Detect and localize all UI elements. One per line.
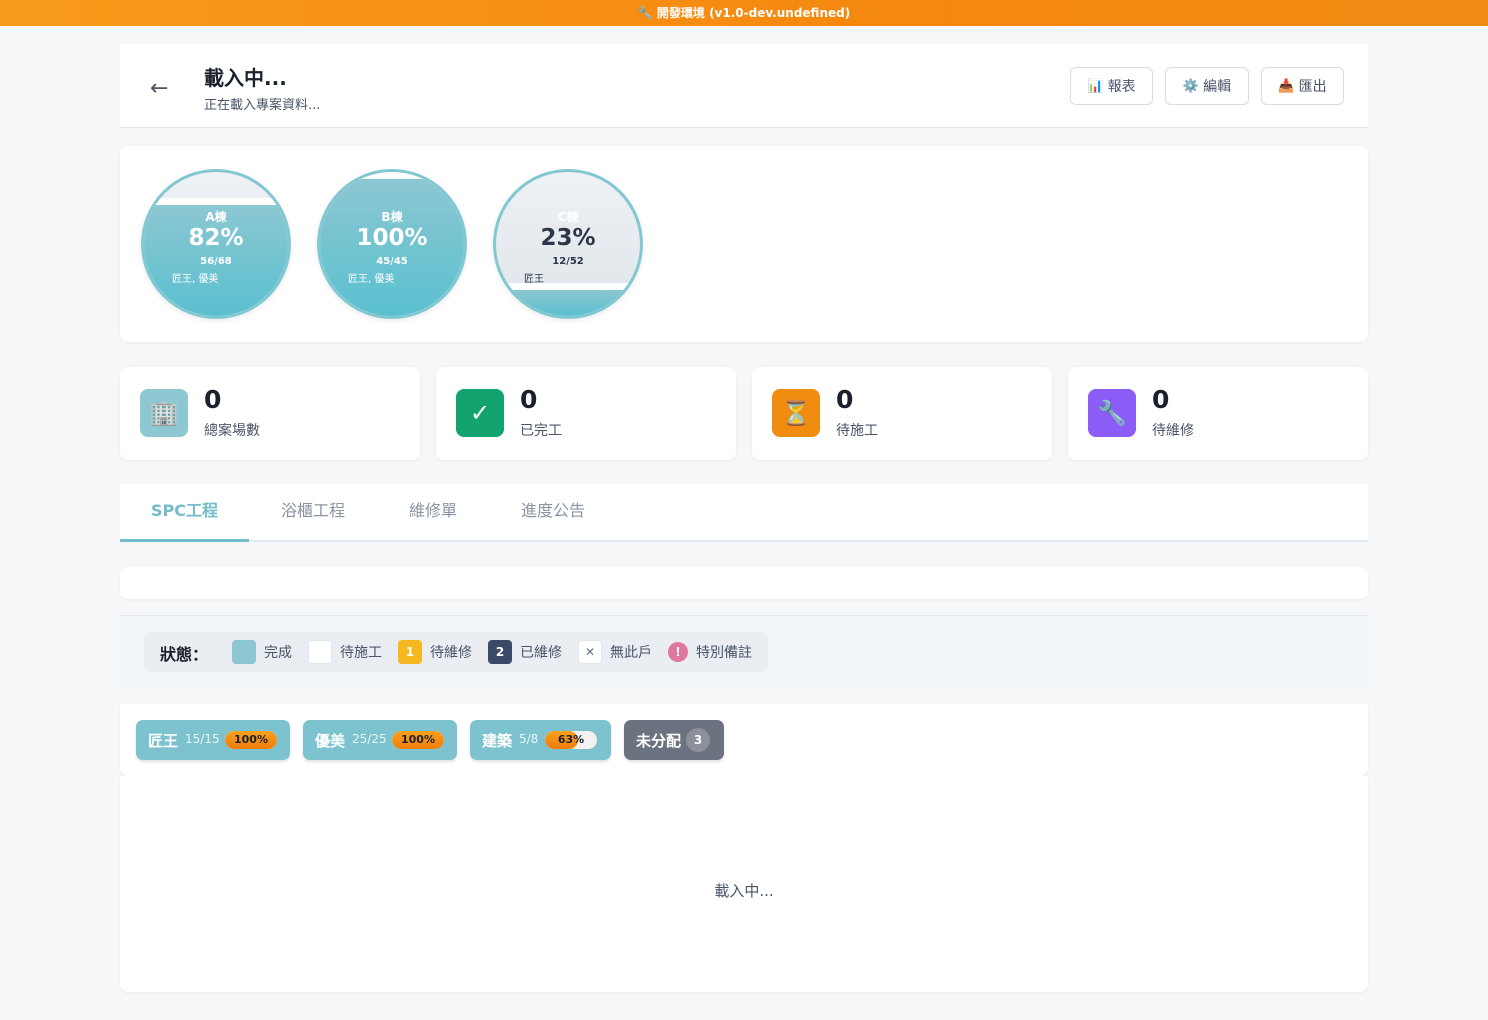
report-button-label: 報表	[1107, 79, 1136, 95]
stat-value: 0	[520, 385, 538, 414]
stat-card-pending: ⏳ 0 待施工	[752, 367, 1052, 460]
gear-icon: ⚙️	[1182, 78, 1200, 94]
building-percent: 100%	[356, 225, 428, 251]
wrench-icon: 🔧	[1088, 389, 1136, 437]
building-teams: 匠王, 優美	[348, 274, 395, 285]
stat-label: 待維修	[1152, 423, 1194, 439]
tab-cabinet[interactable]: 浴櫃工程	[249, 484, 377, 542]
building-icon: 🏢	[140, 389, 188, 437]
building-name: C棟	[557, 210, 579, 224]
stat-card-completed: ✓ 0 已完工	[436, 367, 736, 460]
legend-label: 已維修	[520, 645, 562, 661]
team-percent: 100%	[401, 733, 435, 746]
team-percent: 100%	[234, 733, 268, 746]
stat-card-total: 🏢 0 總案場數	[120, 367, 420, 460]
team-chip[interactable]: 匠王 15/15 100%	[136, 720, 290, 760]
stat-label: 總案場數	[204, 423, 260, 439]
stat-label: 已完工	[520, 423, 562, 439]
team-progress-bar: 100%	[392, 731, 444, 749]
stat-value: 0	[1152, 385, 1170, 414]
building-progress-panel: A棟 82% 56/68 匠王, 優美 B棟 100% 45/45 匠王, 優美…	[120, 146, 1368, 342]
building-fill	[496, 282, 640, 316]
stat-card-repair: 🔧 0 待維修	[1068, 367, 1368, 460]
building-count: 45/45	[376, 256, 408, 267]
legend-label: 待施工	[340, 645, 382, 661]
tab-bar: SPC工程 浴櫃工程 維修單 進度公告	[120, 484, 1368, 542]
legend-swatch-no-unit: ✕	[578, 640, 602, 664]
check-icon: ✓	[456, 389, 504, 437]
building-count: 12/52	[552, 256, 584, 267]
building-percent: 82%	[188, 225, 244, 251]
team-count: 25/25	[352, 732, 387, 746]
hourglass-icon: ⏳	[772, 389, 820, 437]
team-name: 建築	[482, 732, 513, 750]
building-name: B棟	[381, 210, 403, 224]
team-count: 15/15	[185, 732, 220, 746]
stat-label: 待施工	[836, 423, 878, 439]
legend-swatch-complete	[232, 640, 256, 664]
chart-icon: 📊	[1087, 78, 1104, 94]
team-progress-bar: 100%	[225, 731, 277, 749]
team-chip[interactable]: 建築 5/8 63%	[470, 720, 611, 760]
legend-swatch-repaired: 2	[488, 640, 512, 664]
stat-value: 0	[204, 385, 222, 414]
unassigned-count-badge: 3	[686, 728, 710, 752]
legend-label: 無此戶	[610, 645, 652, 661]
building-count: 56/68	[200, 256, 232, 267]
building-bubble-b[interactable]: B棟 100% 45/45 匠王, 優美	[317, 169, 467, 319]
building-name: A棟	[205, 210, 227, 224]
building-bubble-a[interactable]: A棟 82% 56/68 匠王, 優美	[141, 169, 291, 319]
inbox-tray-icon: 📥	[1278, 78, 1295, 94]
unassigned-chip[interactable]: 未分配 3	[624, 720, 724, 760]
legend-label: 特別備註	[696, 645, 752, 661]
legend-swatch-pending	[308, 640, 332, 664]
back-button[interactable]: ←	[150, 74, 168, 104]
building-teams: 匠王	[524, 274, 544, 285]
export-button-label: 匯出	[1298, 79, 1327, 95]
loading-text: 載入中...	[714, 882, 774, 900]
team-name: 優美	[315, 732, 346, 750]
export-button[interactable]: 📥 匯出	[1261, 67, 1344, 105]
team-percent: 63%	[557, 733, 585, 746]
team-name: 匠王	[148, 732, 179, 750]
edit-button[interactable]: ⚙️ 編輯	[1165, 67, 1249, 105]
tab-spc[interactable]: SPC工程	[120, 484, 249, 542]
building-percent: 23%	[540, 225, 596, 251]
filter-panel	[120, 567, 1368, 599]
tab-repair-orders[interactable]: 維修單	[377, 484, 489, 542]
page-header: ← 載入中... 正在載入專案資料... 📊 報表 ⚙️ 編輯 📥 匯出	[120, 44, 1368, 128]
legend-swatch-to-repair: 1	[398, 640, 422, 664]
team-progress-bar: 63%	[545, 731, 597, 749]
env-banner: 🔧 開發環境 (v1.0-dev.undefined)	[0, 0, 1488, 26]
content-panel: 載入中...	[120, 776, 1368, 992]
status-legend: 狀態： 完成 待施工 1 待維修 2 已維修 ✕ 無此戶 ! 特別備註	[144, 632, 768, 672]
edit-button-label: 編輯	[1203, 79, 1232, 95]
team-filter-panel: 匠王 15/15 100% 優美 25/25 100% 建築 5/8 63% 未…	[120, 704, 1368, 776]
legend-swatch-special-note: !	[668, 642, 688, 662]
tab-announcements[interactable]: 進度公告	[489, 484, 617, 542]
stat-value: 0	[836, 385, 854, 414]
page-title: 載入中...	[204, 66, 287, 90]
report-button[interactable]: 📊 報表	[1070, 67, 1153, 105]
legend-section: 狀態： 完成 待施工 1 待維修 2 已維修 ✕ 無此戶 ! 特別備註	[120, 615, 1368, 689]
legend-label: 待維修	[430, 645, 472, 661]
unassigned-label: 未分配	[636, 732, 682, 750]
team-count: 5/8	[519, 732, 539, 746]
building-teams: 匠王, 優美	[172, 274, 219, 285]
legend-title: 狀態：	[160, 645, 209, 664]
team-chip[interactable]: 優美 25/25 100%	[303, 720, 457, 760]
legend-label: 完成	[264, 645, 292, 661]
building-bubble-c[interactable]: C棟 23% 12/52 匠王	[493, 169, 643, 319]
page-subtitle: 正在載入專案資料...	[204, 98, 321, 113]
